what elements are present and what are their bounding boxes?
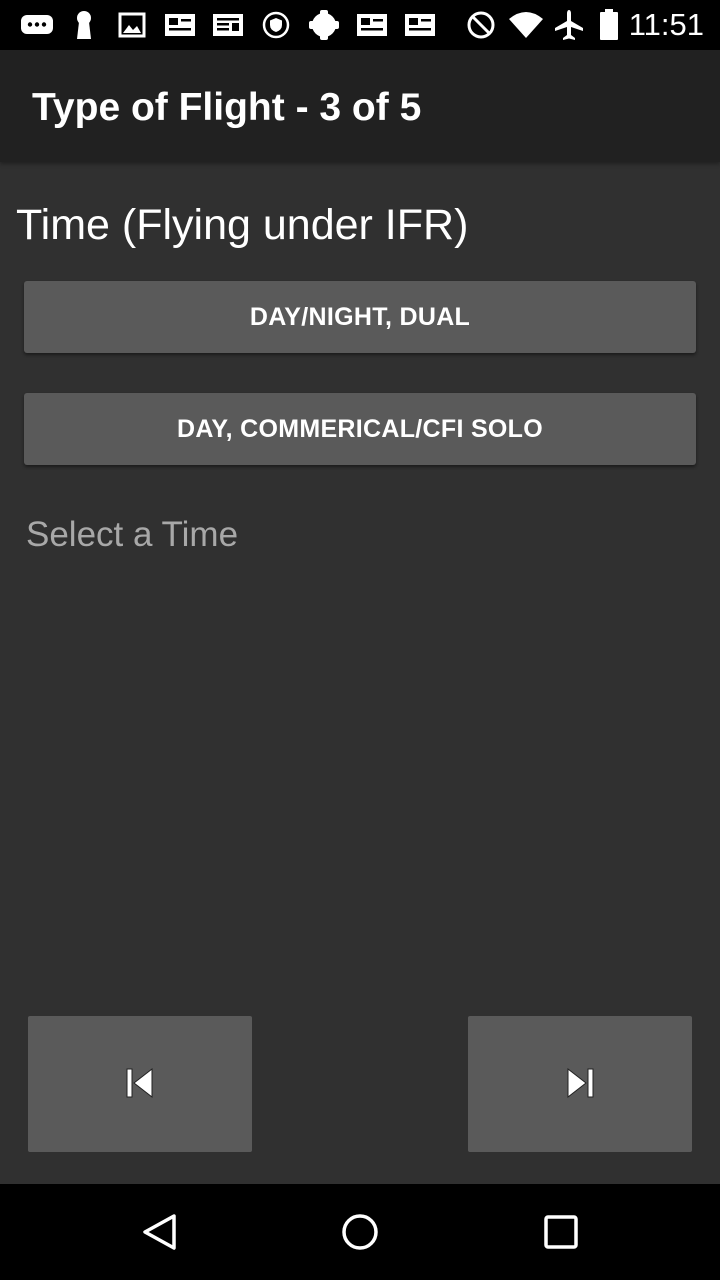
skip-previous-icon — [124, 1066, 156, 1103]
android-icon — [306, 9, 342, 41]
wifi-icon — [508, 9, 544, 41]
skip-next-icon — [564, 1066, 596, 1103]
shield-icon — [262, 9, 290, 41]
select-time-hint: Select a Time — [26, 515, 239, 554]
news-icon — [404, 9, 436, 41]
section-title: Time (Flying under IFR) — [16, 201, 469, 249]
system-navigation-bar — [0, 1184, 720, 1280]
previous-step-button[interactable] — [28, 1016, 252, 1152]
image-icon — [118, 9, 146, 41]
chat-icon — [20, 9, 54, 41]
app-bar: Type of Flight - 3 of 5 — [0, 50, 720, 162]
airplane-icon — [554, 9, 584, 41]
status-clock: 11:51 — [628, 7, 704, 42]
do-not-disturb-icon — [466, 9, 496, 41]
status-bar: 11:51 — [0, 0, 720, 50]
article-icon — [212, 9, 244, 41]
option-day-commercial-cfi-solo-button[interactable]: DAY, COMMERICAL/CFI SOLO — [24, 393, 696, 465]
battery-icon — [598, 9, 620, 41]
home-icon[interactable] — [340, 1212, 380, 1252]
next-step-button[interactable] — [468, 1016, 692, 1152]
page-title: Type of Flight - 3 of 5 — [32, 86, 422, 129]
news-icon — [356, 9, 388, 41]
option-day-night-dual-button[interactable]: DAY/NIGHT, DUAL — [24, 281, 696, 353]
recents-icon[interactable] — [541, 1212, 581, 1252]
keyhole-icon — [74, 9, 94, 41]
back-icon[interactable] — [140, 1212, 180, 1252]
news-icon — [164, 9, 196, 41]
